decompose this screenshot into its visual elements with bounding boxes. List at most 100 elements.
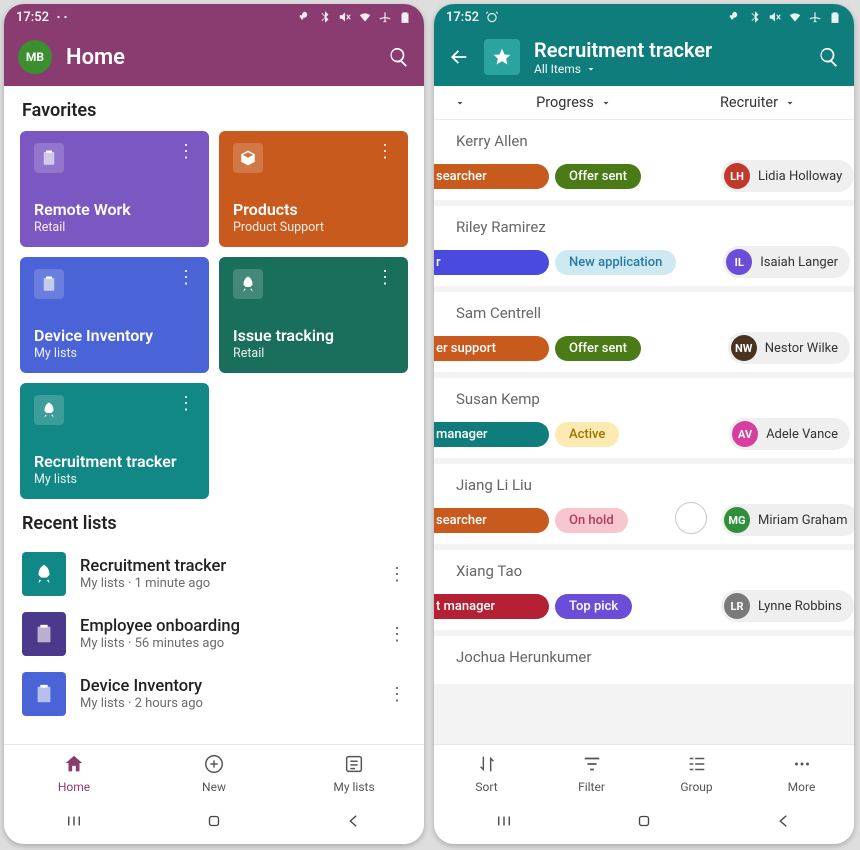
recruiter-avatar: LH xyxy=(724,163,750,189)
table-row[interactable]: Jochua Herunkumer xyxy=(434,636,854,690)
recruiter-chip[interactable]: NW Nestor Wilke xyxy=(728,332,850,364)
column-header-row: Progress Recruiter xyxy=(434,86,854,120)
column-toggle[interactable] xyxy=(438,97,482,109)
recruiter-chip[interactable]: MG Miriam Graham xyxy=(721,504,854,536)
chevron-down-icon xyxy=(454,97,466,109)
status-time: 17:52 xyxy=(16,10,49,25)
card-overflow-icon[interactable]: ⋮ xyxy=(177,143,195,161)
tab-new[interactable]: New xyxy=(144,745,284,802)
back-arrow-icon[interactable] xyxy=(448,46,470,68)
favorite-card[interactable]: ⋮ Device Inventory My lists xyxy=(20,257,209,373)
page-title: Home xyxy=(66,45,374,70)
recent-list-item[interactable]: Device Inventory My lists · 2 hours ago … xyxy=(4,664,424,724)
recent-list-item[interactable]: Recruitment tracker My lists · 1 minute … xyxy=(4,544,424,604)
vpn-key-icon xyxy=(298,10,312,24)
candidate-name: Riley Ramirez xyxy=(434,206,854,246)
home-header: MB Home xyxy=(4,30,424,86)
recruiter-avatar: LR xyxy=(724,593,750,619)
recruiter-name: Isaiah Langer xyxy=(760,255,838,270)
table-row[interactable]: Jiang Li Liu searcher On hold MG Miriam … xyxy=(434,464,854,550)
nav-recents-icon[interactable] xyxy=(65,812,83,834)
progress-pill: Offer sent xyxy=(555,164,641,189)
tab-group[interactable]: Group xyxy=(644,745,749,802)
favorite-card[interactable]: ⋮ Products Product Support xyxy=(219,131,408,247)
list-subtitle: My lists · 56 minutes ago xyxy=(80,636,374,651)
search-icon[interactable] xyxy=(388,46,410,68)
wifi-icon xyxy=(358,10,372,24)
status-time: 17:52 xyxy=(446,10,479,25)
card-overflow-icon[interactable]: ⋮ xyxy=(177,395,195,413)
tab-label: Sort xyxy=(475,780,497,794)
nav-home-icon[interactable] xyxy=(635,812,653,834)
clipboard-icon xyxy=(22,612,66,656)
card-overflow-icon[interactable]: ⋮ xyxy=(376,269,394,287)
card-subtitle: Retail xyxy=(233,346,394,361)
card-title: Products xyxy=(233,200,394,219)
recruiter-avatar: MG xyxy=(724,507,750,533)
user-avatar[interactable]: MB xyxy=(18,40,52,74)
card-title: Issue tracking xyxy=(233,326,394,345)
tab-sort[interactable]: Sort xyxy=(434,745,539,802)
favorite-card[interactable]: ⋮ Recruitment tracker My lists xyxy=(20,383,209,499)
nav-home-icon[interactable] xyxy=(205,812,223,834)
candidate-name: Susan Kemp xyxy=(434,378,854,418)
tab-filter[interactable]: Filter xyxy=(539,745,644,802)
tab-home[interactable]: Home xyxy=(4,745,144,802)
android-nav-bar xyxy=(4,802,424,844)
tracker-header: Recruitment tracker All Items xyxy=(434,30,854,86)
bottom-tab-bar: Home New My lists xyxy=(4,744,424,802)
vpn-key-icon xyxy=(728,10,742,24)
progress-pill: New application xyxy=(555,250,676,275)
role-pill: manager xyxy=(434,422,549,447)
recruiter-chip[interactable]: LH Lidia Holloway xyxy=(721,160,854,192)
column-progress[interactable]: Progress xyxy=(482,94,666,111)
table-row[interactable]: Sam Centrell er support Offer sent NW Ne… xyxy=(434,292,854,378)
view-selector[interactable]: All Items xyxy=(534,62,804,76)
candidate-name: Kerry Allen xyxy=(434,120,854,160)
table-row[interactable]: Susan Kemp manager Active AV Adele Vance xyxy=(434,378,854,464)
android-status-bar: 17:52 xyxy=(4,4,424,30)
tab-my-lists[interactable]: My lists xyxy=(284,745,424,802)
column-recruiter[interactable]: Recruiter xyxy=(666,94,850,111)
nav-recents-icon[interactable] xyxy=(495,812,513,834)
card-title: Recruitment tracker xyxy=(34,452,195,471)
filter-icon xyxy=(581,753,603,778)
chevron-down-icon xyxy=(585,63,597,75)
recruiter-avatar: IL xyxy=(726,249,752,275)
recruiter-chip[interactable]: IL Isaiah Langer xyxy=(723,246,850,278)
item-overflow-icon[interactable]: ⋮ xyxy=(388,624,406,645)
list-name: Recruitment tracker xyxy=(80,557,374,576)
item-overflow-icon[interactable]: ⋮ xyxy=(388,564,406,585)
search-icon[interactable] xyxy=(818,46,840,68)
list-name: Employee onboarding xyxy=(80,617,374,636)
table-row[interactable]: Xiang Tao t manager Top pick LR Lynne Ro… xyxy=(434,550,854,636)
card-overflow-icon[interactable]: ⋮ xyxy=(376,143,394,161)
role-pill: searcher xyxy=(434,508,549,533)
recent-list-item[interactable]: Employee onboarding My lists · 56 minute… xyxy=(4,604,424,664)
home-main: Favorites ⋮ Remote Work Retail ⋮ Product… xyxy=(4,86,424,744)
nav-back-icon[interactable] xyxy=(775,812,793,834)
card-subtitle: Product Support xyxy=(233,220,394,235)
recruiter-name: Miriam Graham xyxy=(758,513,847,528)
tab-label: More xyxy=(788,780,816,794)
recent-heading: Recent lists xyxy=(4,499,424,544)
recruiter-name: Lynne Robbins xyxy=(758,599,842,614)
bluetooth-icon xyxy=(748,10,762,24)
table-row[interactable]: Riley Ramirez r New application IL Isaia… xyxy=(434,206,854,292)
recruiter-chip[interactable]: AV Adele Vance xyxy=(729,418,850,450)
chevron-down-icon xyxy=(784,97,796,109)
recruiter-chip[interactable]: LR Lynne Robbins xyxy=(721,590,854,622)
clipboard-icon xyxy=(22,672,66,716)
tab-label: New xyxy=(202,780,226,794)
favorite-card[interactable]: ⋮ Remote Work Retail xyxy=(20,131,209,247)
table-row[interactable]: Kerry Allen searcher Offer sent LH Lidia… xyxy=(434,120,854,206)
bluetooth-icon xyxy=(318,10,332,24)
candidate-name: Xiang Tao xyxy=(434,550,854,590)
card-overflow-icon[interactable]: ⋮ xyxy=(177,269,195,287)
tab-more[interactable]: More xyxy=(749,745,854,802)
recruiter-avatar: AV xyxy=(732,421,758,447)
nav-back-icon[interactable] xyxy=(345,812,363,834)
item-overflow-icon[interactable]: ⋮ xyxy=(388,684,406,705)
favorite-card[interactable]: ⋮ Issue tracking Retail xyxy=(219,257,408,373)
list-title: Recruitment tracker xyxy=(534,38,804,62)
